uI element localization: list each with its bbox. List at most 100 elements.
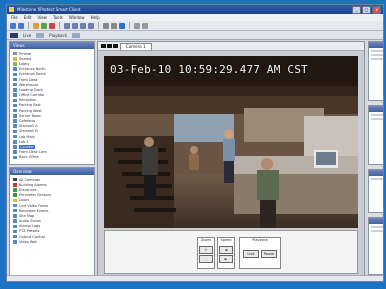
settings-icon[interactable] [134,22,140,29]
panel-line [371,54,383,56]
back-icon[interactable] [10,22,16,29]
maximize-button[interactable]: □ [362,6,371,14]
full-screen-icon[interactable] [142,22,148,29]
playback-mode-indicator[interactable] [36,32,45,38]
camera-icon [13,188,17,192]
window-title: Milestone XProtect Smart Client [17,7,81,12]
folder-icon[interactable] [33,22,39,29]
menu-window[interactable]: Window [69,14,85,21]
help-icon[interactable] [119,22,125,29]
camera-scene-image [104,56,358,228]
menu-file[interactable]: File [11,14,18,21]
tree-item-label: Parking East [19,103,41,108]
camera-video-feed[interactable]: 03-Feb-10 10:59:29.477 AM CST [104,56,358,228]
tree-item-label: PTZ Presets [19,229,40,234]
tree-item-label: Private [19,51,32,56]
live-mode-indicator[interactable] [10,32,18,38]
layout-1x1-icon[interactable] [64,22,70,29]
tree-item-label: Doors [19,198,30,203]
step-forward-button[interactable]: ► [219,255,233,263]
toolbar-separator [129,22,130,29]
camera-icon [13,57,17,61]
output-panel-header [369,218,383,224]
camera-icon [13,234,17,239]
camera-icon [13,93,17,97]
tree-item-label: Lab Main [19,134,35,139]
tree-item-label: Back Office [19,155,39,160]
app-icon [9,7,14,12]
tree-item-label: Lobby [19,61,30,66]
live-button[interactable]: Live [243,250,259,258]
mode-toggle[interactable] [72,32,81,38]
zoom-in-button[interactable]: + [199,246,213,254]
menu-help[interactable]: Help [91,14,100,21]
camera-icon [13,198,17,203]
tree-item-label: Output Control [19,234,45,239]
camera-snapshot-icon[interactable] [111,22,117,29]
tree-item-label: Recorded Events [19,208,49,213]
views-panel-title: Views [10,42,94,49]
tree-item-label: Front Desk [19,77,38,82]
layout-4x4-icon[interactable] [88,22,94,29]
panel-line [371,226,383,228]
camera-icon [13,67,17,71]
tree-item-label: Entrance North [19,67,46,72]
camera-icon [13,193,17,197]
zoom-out-button[interactable]: - [199,255,213,263]
layout-2x2-icon[interactable] [72,22,78,29]
camera-tab[interactable]: Camera 1 [120,43,152,50]
layout-3x3-icon[interactable] [80,22,86,29]
camera-controls-panel: Zoom + - Speed ◄ ► Playback Live Pause [104,230,358,274]
title-bar: Milestone XProtect Smart Client _ □ x [7,5,383,14]
tree-item-label: Server Room [19,113,42,118]
minimize-button[interactable]: _ [352,6,361,14]
view-tab-bar: Camera 1 [98,42,364,51]
status-bar [7,275,383,281]
menu-view[interactable]: View [37,14,47,21]
camera-icon [13,134,17,139]
camera-icon [13,98,17,103]
save-icon[interactable] [41,22,47,29]
panel-line [371,114,383,116]
menu-tools[interactable]: Tools [53,14,63,21]
camera-icon [13,177,17,182]
pause-button[interactable]: Pause [261,250,277,258]
main-toolbar [7,21,383,31]
tree-item[interactable]: Video Wall [13,239,92,244]
forward-icon[interactable] [18,22,24,29]
tree-item-label: Parking West [19,108,42,113]
view-nav-icon[interactable] [113,44,118,48]
camera-icon [13,103,17,108]
print-icon[interactable] [103,22,109,29]
playback-group-label: Playback [252,238,268,242]
tree-item-label: Entrance South [19,72,46,77]
camera-icon [13,77,17,82]
video-timestamp-overlay: 03-Feb-10 10:59:29.477 AM CST [110,63,308,76]
tree-item-label: Access Logs [19,224,41,229]
application-window: Milestone XProtect Smart Client _ □ x Fi… [6,4,384,282]
camera-icon [13,114,17,118]
zoom-control-group: Zoom + - [197,237,215,269]
step-back-button[interactable]: ◄ [219,246,233,254]
record-icon[interactable] [49,22,55,29]
playback-tab[interactable]: Playback [49,33,67,38]
live-tab[interactable]: Live [23,33,31,38]
close-button[interactable]: x [372,6,381,14]
tree-item-label: Video Wall [19,239,38,244]
tree-item-label: Office Corridor [19,93,45,98]
mode-toolbar: Live Playback [7,31,383,40]
menu-edit[interactable]: Edit [24,14,32,21]
camera-icon [13,88,17,92]
camera-icon [13,72,17,77]
camera-icon [13,219,17,223]
panel-line [371,230,383,232]
panel-line [371,118,383,120]
view-nav-icon[interactable] [107,44,112,48]
playback-control-group: Playback Live Pause [239,237,281,269]
tree-item[interactable]: Back Office [13,155,92,160]
properties-panel [368,41,383,101]
tree-item-label: Building Alarms [19,182,47,187]
view-nav-icon[interactable] [101,44,106,48]
right-pane [367,41,383,277]
tree-item-label: Lab 2 [19,139,29,144]
